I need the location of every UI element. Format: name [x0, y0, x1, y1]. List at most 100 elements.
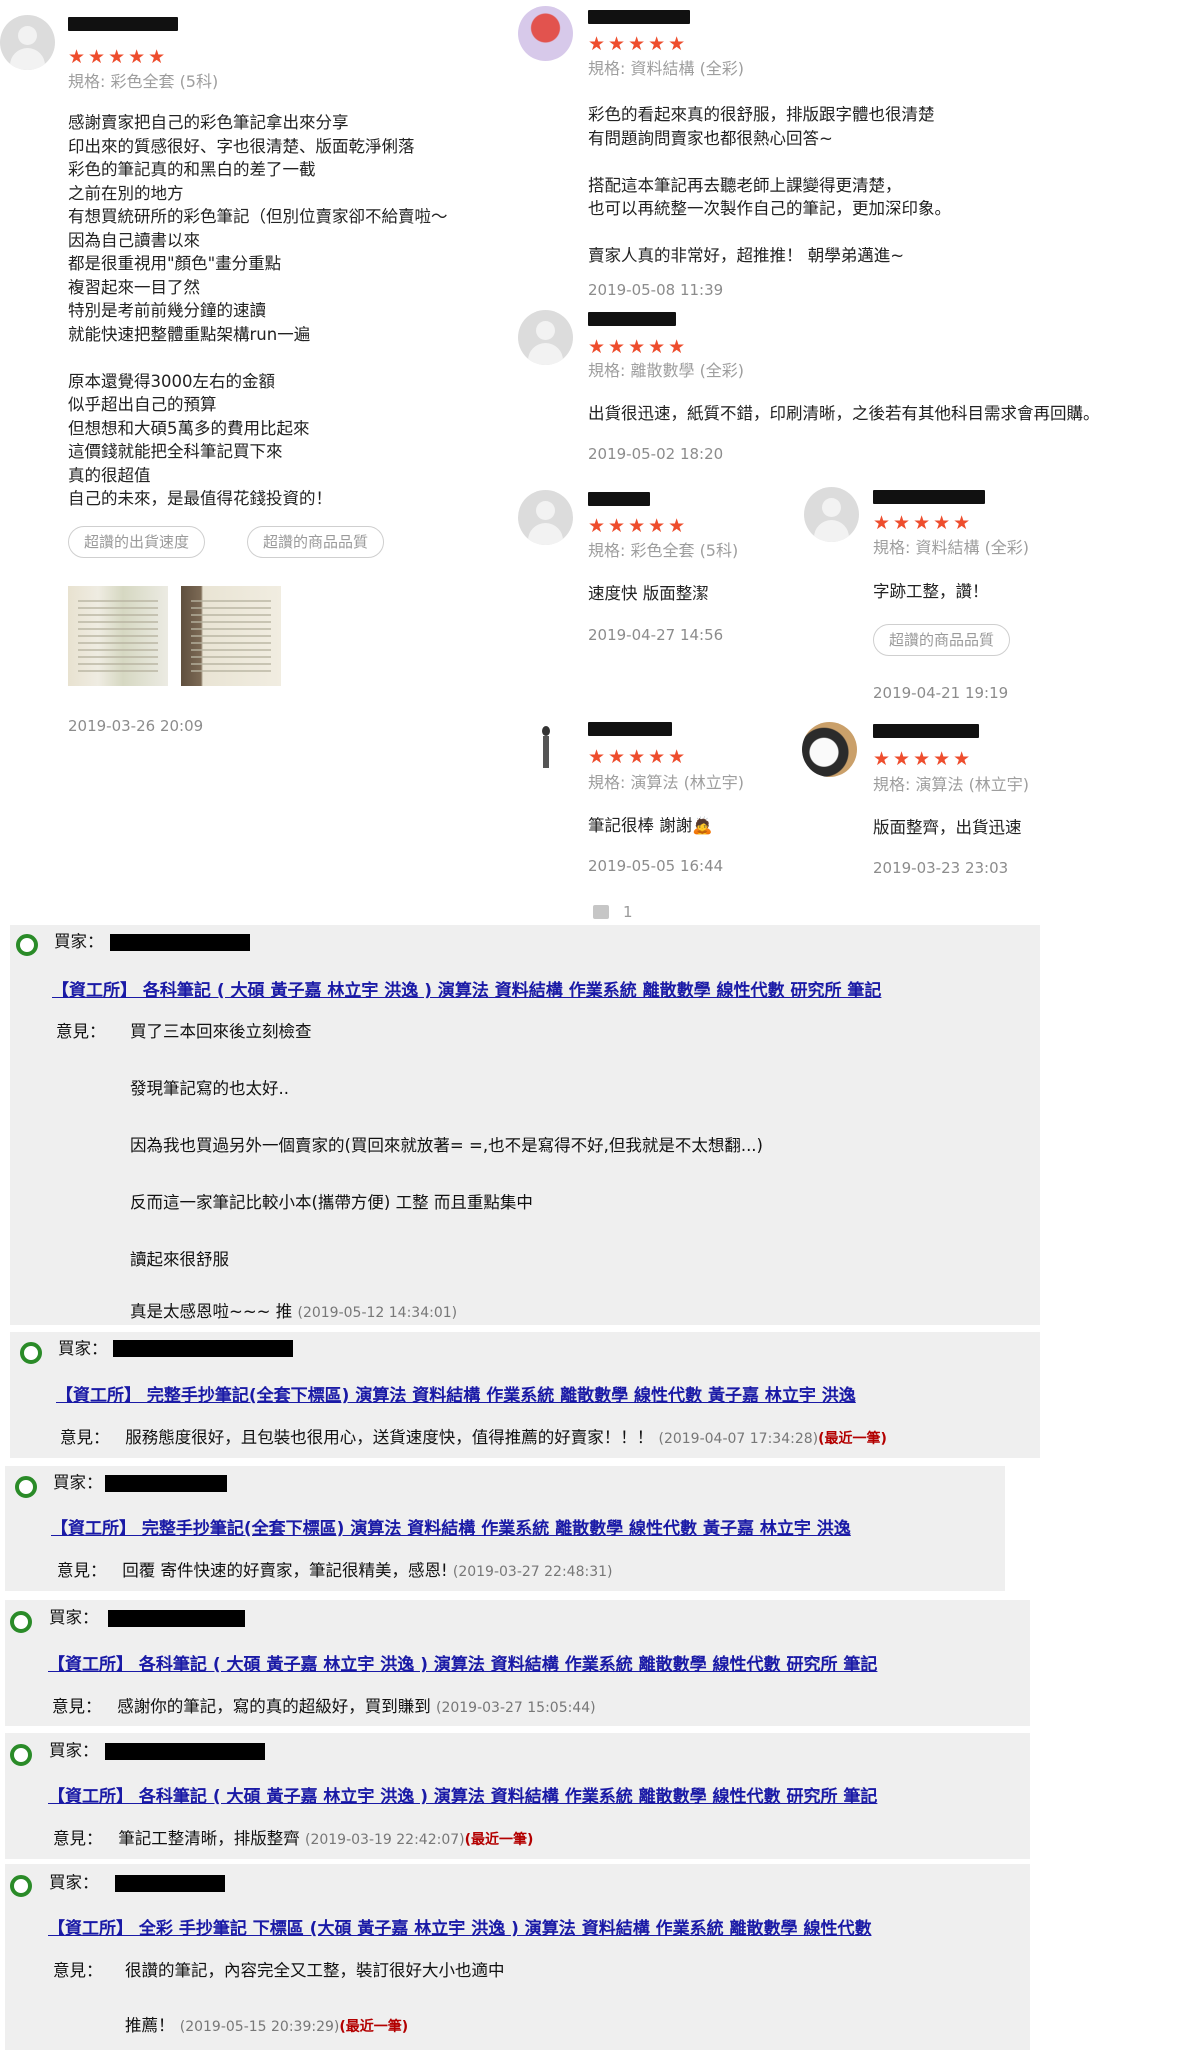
redacted-username [588, 10, 690, 24]
avatar [0, 15, 55, 70]
review-body: 版面整齊，出貨迅速 [873, 818, 1022, 837]
feedback-timestamp: (2019-03-27 22:48:31) [452, 1564, 613, 1580]
review-tag: 超讚的出貨速度 [68, 526, 206, 558]
avatar [518, 720, 573, 775]
feedback-timestamp: (2019-05-12 14:34:01) [297, 1305, 458, 1321]
feedback-line: 反而這一家筆記比較小本(攜帶方便) 工整 而且重點集中 [130, 1193, 533, 1212]
feedback-timestamp: (2019-04-07 17:34:28) [658, 1431, 819, 1447]
feedback-timestamp: (2019-03-27 15:05:44) [436, 1700, 596, 1716]
like-count: 1 [623, 903, 633, 921]
review-body: 彩色的看起來真的很舒服，排版跟字體也很清楚 有問題詢問賣家也都很熱心回答~ 搭配… [588, 105, 951, 265]
review-photo[interactable] [181, 586, 281, 686]
redacted-buyer-name[interactable] [110, 934, 250, 951]
status-dot [16, 934, 38, 956]
thumbs-up-icon [593, 905, 609, 919]
feedback-timestamp: (2019-03-19 22:42:07) [305, 1832, 465, 1848]
feedback-text: 感謝你的筆記，寫的真的超級好，買到賺到 [117, 1697, 431, 1716]
opinion-label: 意見： [60, 1428, 110, 1447]
review-spec: 規格: 演算法 (林立宇) [588, 773, 745, 792]
review-body: 感謝賣家把自己的彩色筆記拿出來分享 印出來的質感很好、字也很清楚、版面乾淨俐落 … [68, 113, 448, 508]
redacted-buyer-name[interactable] [108, 1610, 245, 1627]
avatar [518, 490, 573, 545]
feedback-text: 服務態度很好，且包裝也很用心，送貨速度快，值得推薦的好賣家！！！ [125, 1428, 654, 1447]
opinion-label: 意見： [57, 1561, 107, 1580]
recent-badge: (最近一筆) [818, 1431, 887, 1447]
opinion-label: 意見： [53, 1961, 103, 1980]
redacted-username [588, 312, 676, 326]
buyer-feedback: 買家： 【資工所】 全彩 手抄筆記 下標區 (大碩 黃子嘉 林立宇 洪逸 ) 演… [5, 1864, 1030, 2050]
feedback-line: 真是太感恩啦~~~ 推 (2019-05-12 14:34:01) [130, 1300, 457, 1325]
review-body: 出貨很迅速，紙質不錯，印刷清晰，之後若有其他科目需求會再回購。 [588, 404, 1100, 423]
product-link[interactable]: 【資工所】 完整手抄筆記(全套下標區) 演算法 資料結構 作業系統 離散數學 線… [56, 1384, 856, 1408]
buyer-label: 買家： [53, 1473, 103, 1492]
review-date: 2019-05-05 16:44 [588, 857, 724, 875]
recent-badge: (最近一筆) [464, 1832, 534, 1848]
status-dot [20, 1342, 42, 1364]
star-rating: ★★★★★ [588, 336, 689, 358]
review-photo[interactable] [68, 586, 168, 686]
review-spec: 規格: 資料結構 (全彩) [873, 538, 1030, 557]
review-body: 速度快 版面整潔 [588, 584, 709, 603]
feedback-line: 因為我也買過另外一個賣家的(買回來就放著= =,也不是寫得不好,但我就是不太想翻… [130, 1136, 763, 1155]
status-dot [10, 1744, 32, 1766]
buyer-label: 買家： [49, 1741, 99, 1760]
redacted-buyer-name[interactable] [113, 1340, 293, 1357]
feedback-line: 意見： 筆記工整清晰，排版整齊 (2019-03-19 22:42:07)(最近… [53, 1827, 533, 1852]
buyer-label: 買家： [58, 1339, 108, 1358]
review-spec: 規格: 資料結構 (全彩) [588, 59, 745, 78]
review-spec: 規格: 離散數學 (全彩) [588, 361, 745, 380]
redacted-buyer-name[interactable] [105, 1475, 227, 1492]
review-tag: 超讚的商品品質 [873, 624, 1011, 656]
product-link[interactable]: 【資工所】 各科筆記 ( 大碩 黃子嘉 林立宇 洪逸 ) 演算法 資料結構 作業… [48, 1785, 877, 1809]
review-date: 2019-03-23 23:03 [873, 859, 1009, 877]
review-date: 2019-04-27 14:56 [588, 626, 724, 644]
avatar [518, 310, 573, 365]
review-body: 筆記很棒 謝謝🙇 [588, 816, 713, 835]
product-link[interactable]: 【資工所】 各科筆記 ( 大碩 黃子嘉 林立宇 洪逸 ) 演算法 資料結構 作業… [48, 1653, 877, 1677]
review-date: 2019-05-02 18:20 [588, 445, 724, 463]
feedback-line: 很讚的筆記，內容完全又工整，裝訂很好大小也適中 [125, 1961, 505, 1980]
star-rating: ★★★★★ [68, 46, 169, 68]
feedback-line: 意見： 感謝你的筆記，寫的真的超級好，買到賺到 (2019-03-27 15:0… [52, 1695, 596, 1720]
star-rating: ★★★★★ [873, 748, 974, 770]
feedback-text: 真是太感恩啦~~~ 推 [130, 1302, 293, 1321]
status-dot [10, 1611, 32, 1633]
recent-badge: (最近一筆) [339, 2019, 409, 2035]
opinion-label: 意見： [52, 1697, 102, 1716]
star-rating: ★★★★★ [873, 512, 974, 534]
feedback-line: 讀起來很舒服 [130, 1250, 229, 1269]
avatar [802, 722, 857, 777]
product-link[interactable]: 【資工所】 全彩 手抄筆記 下標區 (大碩 黃子嘉 林立宇 洪逸 ) 演算法 資… [48, 1917, 871, 1941]
buyer-label: 買家： [49, 1608, 99, 1627]
feedback-timestamp: (2019-05-15 20:39:29) [179, 2019, 340, 2035]
opinion-label: 意見： [56, 1022, 106, 1041]
like-button[interactable]: 1 [593, 903, 633, 921]
redacted-username [588, 722, 672, 736]
avatar [518, 6, 573, 61]
feedback-text: 推薦！ [125, 2016, 175, 2035]
buyer-feedback: 買家： 【資工所】 完整手抄筆記(全套下標區) 演算法 資料結構 作業系統 離散… [5, 1466, 1005, 1591]
feedback-text: 筆記工整清晰，排版整齊 [118, 1829, 300, 1848]
buyer-feedback: 買家： 【資工所】 各科筆記 ( 大碩 黃子嘉 林立宇 洪逸 ) 演算法 資料結… [5, 1733, 1030, 1859]
redacted-username [68, 17, 178, 31]
review-date: 2019-03-26 20:09 [68, 717, 204, 735]
star-rating: ★★★★★ [588, 33, 689, 55]
product-link[interactable]: 【資工所】 各科筆記 ( 大碩 黃子嘉 林立宇 洪逸 ) 演算法 資料結構 作業… [52, 979, 881, 1003]
buyer-feedback: 買家： 【資工所】 各科筆記 ( 大碩 黃子嘉 林立宇 洪逸 ) 演算法 資料結… [10, 925, 1040, 1325]
feedback-line: 意見： 服務態度很好，且包裝也很用心，送貨速度快，值得推薦的好賣家！！！ (20… [60, 1426, 887, 1451]
review-date: 2019-05-08 11:39 [588, 281, 724, 299]
redacted-username [873, 490, 985, 504]
review-spec: 規格: 彩色全套 (5科) [68, 72, 219, 91]
review-spec: 規格: 演算法 (林立宇) [873, 775, 1030, 794]
redacted-buyer-name[interactable] [105, 1743, 265, 1760]
redacted-buyer-name[interactable] [115, 1875, 225, 1892]
product-link[interactable]: 【資工所】 完整手抄筆記(全套下標區) 演算法 資料結構 作業系統 離散數學 線… [51, 1517, 851, 1541]
review-tag: 超讚的商品品質 [247, 526, 385, 558]
redacted-username [873, 724, 979, 738]
star-rating: ★★★★★ [588, 515, 689, 537]
feedback-line: 推薦！ (2019-05-15 20:39:29)(最近一筆) [125, 2014, 408, 2039]
star-rating: ★★★★★ [588, 746, 689, 768]
feedback-line: 意見： 回覆 寄件快速的好賣家，筆記很精美，感恩! (2019-03-27 22… [57, 1559, 612, 1584]
status-dot [15, 1476, 37, 1498]
buyer-label: 買家： [54, 932, 104, 951]
